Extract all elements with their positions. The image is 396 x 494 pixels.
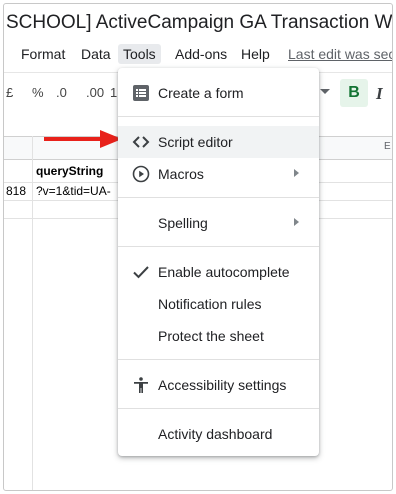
- submenu-arrow-icon: [294, 169, 299, 177]
- last-edit-link[interactable]: Last edit was sec: [288, 46, 392, 62]
- menu-add-ons[interactable]: Add-ons: [170, 44, 232, 64]
- submenu-arrow-icon: [294, 218, 299, 226]
- form-icon: [133, 85, 149, 101]
- decrease-decimal-button[interactable]: .0: [56, 85, 67, 100]
- menu-tools[interactable]: Tools: [118, 44, 161, 64]
- menu-item-activity-dashboard[interactable]: Activity dashboard: [118, 418, 319, 450]
- menu-item-label: Activity dashboard: [158, 426, 273, 442]
- menu-separator: [118, 116, 319, 117]
- column-header-e[interactable]: E: [384, 141, 391, 152]
- menu-item-create-form[interactable]: Create a form: [118, 77, 319, 109]
- menu-item-label: Accessibility settings: [158, 377, 287, 393]
- code-icon: [132, 136, 150, 148]
- menu-item-macros[interactable]: Macros: [118, 158, 319, 190]
- cell-querystring-header[interactable]: queryString: [36, 164, 103, 178]
- cell-b2[interactable]: ?v=1&tid=UA-: [36, 184, 111, 198]
- menu-item-spelling[interactable]: Spelling: [118, 207, 319, 239]
- accessibility-icon: [134, 377, 148, 393]
- menu-item-label: Script editor: [158, 134, 233, 150]
- font-size-dropdown-icon[interactable]: [320, 89, 330, 94]
- menu-item-script-editor[interactable]: Script editor: [118, 126, 319, 158]
- column-divider: [32, 136, 33, 490]
- menu-item-label: Create a form: [158, 85, 244, 101]
- format-percent-button[interactable]: %: [32, 85, 44, 100]
- checkmark-icon: [133, 266, 149, 279]
- menu-bar: Format Data Tools Add-ons Help Last edit…: [4, 40, 392, 70]
- bold-button[interactable]: B: [340, 79, 368, 107]
- cell-a2[interactable]: 818: [6, 184, 26, 198]
- document-title[interactable]: SCHOOL] ActiveCampaign GA Transaction We…: [6, 12, 392, 34]
- menu-help[interactable]: Help: [236, 44, 275, 64]
- more-formats-button[interactable]: 1: [110, 85, 117, 100]
- menu-item-label: Protect the sheet: [158, 328, 264, 344]
- play-circle-icon: [132, 165, 150, 183]
- menu-item-protect-sheet[interactable]: Protect the sheet: [118, 320, 319, 352]
- menu-item-label: Macros: [158, 166, 204, 182]
- menu-item-label: Notification rules: [158, 296, 262, 312]
- menu-item-enable-autocomplete[interactable]: Enable autocomplete: [118, 256, 319, 288]
- italic-button[interactable]: I: [376, 84, 383, 104]
- menu-separator: [118, 246, 319, 247]
- menu-separator: [118, 197, 319, 198]
- menu-item-accessibility-settings[interactable]: Accessibility settings: [118, 369, 319, 401]
- app-window: SCHOOL] ActiveCampaign GA Transaction We…: [3, 3, 393, 491]
- menu-item-notification-rules[interactable]: Notification rules: [118, 288, 319, 320]
- tools-menu: Create a form Script editor Macros Spell…: [118, 68, 319, 456]
- menu-data[interactable]: Data: [76, 44, 116, 64]
- menu-item-label: Enable autocomplete: [158, 264, 290, 280]
- menu-format[interactable]: Format: [16, 44, 70, 64]
- menu-item-label: Spelling: [158, 215, 208, 231]
- red-arrow-annotation: [44, 130, 122, 148]
- menu-separator: [118, 359, 319, 360]
- menu-separator: [118, 408, 319, 409]
- format-currency-button[interactable]: £: [6, 85, 13, 100]
- increase-decimal-button[interactable]: .00: [86, 85, 104, 100]
